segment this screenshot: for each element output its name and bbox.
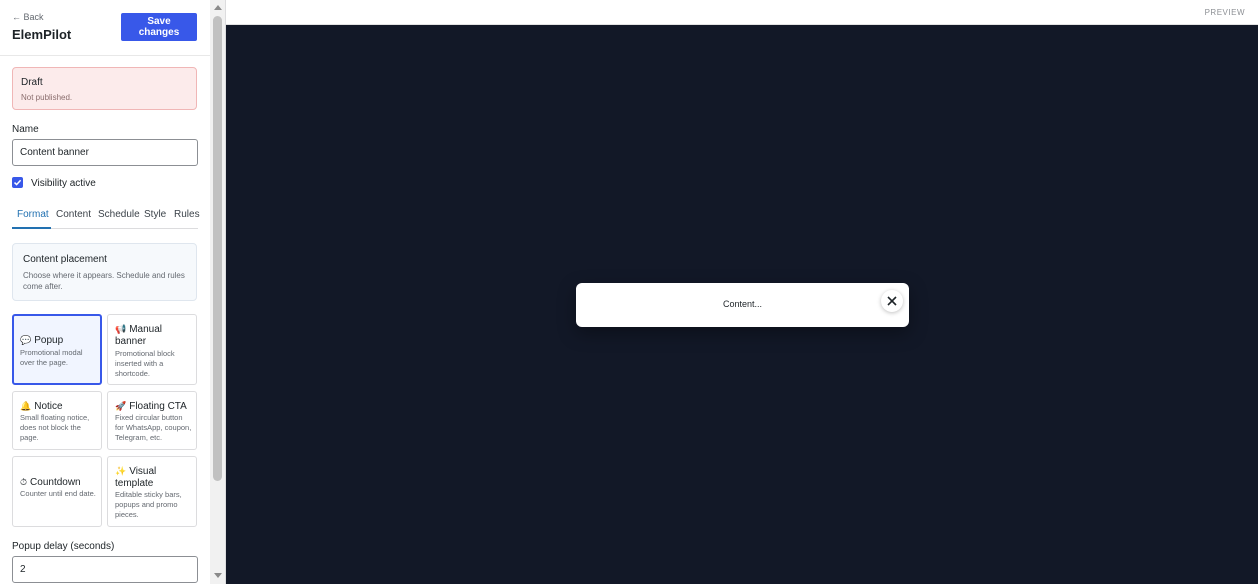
- format-card-title: 📢 Manual banner: [115, 324, 163, 347]
- format-card-title: 💬 Popup: [20, 335, 64, 346]
- speech-bubble-icon: 💬: [20, 335, 32, 345]
- popup-preview: Content...: [576, 283, 909, 327]
- status-subtitle: Not published.: [21, 93, 73, 102]
- back-link[interactable]: ← Back: [12, 12, 44, 22]
- close-icon: [887, 296, 897, 306]
- format-card-title: ⏱ Countdown: [20, 477, 81, 488]
- scroll-down-arrow-icon[interactable]: [214, 573, 222, 578]
- format-card-title: 🔔 Notice: [20, 401, 63, 412]
- format-card-description: Counter until end date.: [20, 489, 96, 498]
- popup-close-button[interactable]: [881, 290, 903, 312]
- active-tab-indicator: [12, 227, 51, 229]
- format-card-popup[interactable]: 💬 Popup Promotional modal over the page.: [12, 314, 102, 385]
- popup-delay-label: Popup delay (seconds): [12, 541, 115, 552]
- format-card-notice[interactable]: 🔔 Notice Small floating notice, does not …: [12, 391, 102, 450]
- placement-info: Content placement Choose where it appear…: [12, 243, 197, 301]
- popup-delay-input[interactable]: 2: [12, 556, 198, 583]
- scroll-up-arrow-icon[interactable]: [214, 5, 222, 10]
- sidebar-scrollbar[interactable]: [210, 0, 225, 584]
- status-title: Draft: [21, 77, 43, 88]
- preview-pane: PREVIEW Content...: [226, 0, 1258, 584]
- visibility-checkbox[interactable]: [12, 177, 23, 188]
- app-title: ElemPilot: [12, 27, 72, 42]
- format-card-description: Small floating notice, does not block th…: [20, 413, 90, 442]
- checkmark-icon: [13, 179, 22, 186]
- megaphone-icon: 📢: [115, 324, 127, 334]
- name-label: Name: [12, 124, 39, 135]
- stopwatch-icon: ⏱: [20, 477, 28, 487]
- placement-description: Choose where it appears. Schedule and ru…: [23, 271, 185, 291]
- format-card-description: Fixed circular button for WhatsApp, coup…: [115, 413, 192, 442]
- tab-schedule[interactable]: Schedule: [98, 209, 140, 220]
- scrollbar-thumb[interactable]: [213, 16, 222, 481]
- format-card-description: Promotional modal over the page.: [20, 348, 83, 367]
- rocket-icon: 🚀: [115, 401, 127, 411]
- sparkles-icon: ✨: [115, 466, 127, 476]
- header-divider: [0, 55, 210, 56]
- preview-canvas: Content...: [226, 25, 1258, 584]
- preview-header: PREVIEW: [226, 0, 1258, 25]
- format-card-floating-cta[interactable]: 🚀 Floating CTA Fixed circular button for …: [107, 391, 197, 450]
- save-button[interactable]: Save changes: [121, 13, 197, 41]
- format-card-visual-template[interactable]: ✨ Visual template Editable sticky bars, p…: [107, 456, 197, 527]
- placement-title: Content placement: [23, 254, 107, 265]
- status-notice: Draft Not published.: [12, 67, 197, 110]
- format-card-title: ✨ Visual template: [115, 466, 157, 489]
- tab-style[interactable]: Style: [144, 209, 166, 220]
- format-card-title: 🚀 Floating CTA: [115, 401, 187, 412]
- settings-tabs: Format Content Schedule Style Rules: [12, 205, 200, 229]
- tab-rules[interactable]: Rules: [174, 209, 200, 220]
- tab-content[interactable]: Content: [56, 209, 91, 220]
- popup-content-text: Content...: [722, 299, 763, 309]
- name-input[interactable]: Content banner: [12, 139, 198, 166]
- visibility-label: Visibility active: [31, 178, 96, 189]
- format-card-manual-banner[interactable]: 📢 Manual banner Promotional block inserte…: [107, 314, 197, 385]
- preview-label: PREVIEW: [1204, 8, 1245, 17]
- format-card-countdown[interactable]: ⏱ Countdown Counter until end date.: [12, 456, 102, 527]
- sidebar-content: ← Back ElemPilot Save changes Draft Not …: [0, 0, 210, 584]
- tab-format[interactable]: Format: [17, 209, 49, 220]
- format-card-description: Promotional block inserted with a shortc…: [115, 349, 175, 378]
- settings-sidebar: ← Back ElemPilot Save changes Draft Not …: [0, 0, 226, 584]
- format-card-description: Editable sticky bars, popups and promo p…: [115, 490, 182, 519]
- bell-icon: 🔔: [20, 401, 32, 411]
